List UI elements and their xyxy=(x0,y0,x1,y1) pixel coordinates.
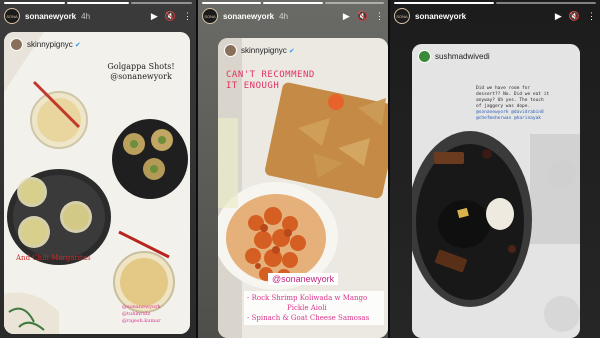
shared-account-name: sushmadwivedi xyxy=(435,52,490,61)
menu-list: - Rock Shrimp Koliwada w Mango Pickle Ai… xyxy=(244,291,384,325)
shared-post-header[interactable]: skinnypignyc ✔ xyxy=(10,38,81,51)
account-username[interactable]: sonanewyork xyxy=(25,12,76,21)
verified-icon: ✔ xyxy=(288,47,295,55)
credits-list: @sonanewyork @tuhinrulz @rajesh.kumar xyxy=(122,304,161,325)
account-avatar[interactable]: SONA xyxy=(394,8,410,24)
credit-line[interactable]: @sonanewyork xyxy=(122,304,161,311)
more-options-icon[interactable]: ⋮ xyxy=(183,11,192,21)
credit-line[interactable]: @tuhinrulz xyxy=(122,311,161,318)
post-time: 4h xyxy=(81,11,91,21)
shared-post-card[interactable]: skinnypignyc ✔ Golgappa Shots! @sonanewy… xyxy=(4,32,190,334)
story-progress-bar xyxy=(202,2,384,4)
account-avatar[interactable]: SONA xyxy=(4,8,20,24)
more-options-icon[interactable]: ⋮ xyxy=(587,11,596,21)
account-username[interactable]: sonanewyork xyxy=(415,12,466,21)
caption-title: Golgappa Shots! xyxy=(107,62,175,71)
verified-icon: ✔ xyxy=(74,41,81,49)
shared-post-card[interactable]: skinnypignyc ✔ CAN'T RECOMMEND IT ENOUGH… xyxy=(218,38,388,338)
story-header: SONA sonanewyork 4h ▶ 🔇 ⋮ xyxy=(4,5,192,27)
headline: CAN'T RECOMMEND IT ENOUGH xyxy=(226,70,315,91)
shared-account-name: skinnypignyc xyxy=(27,40,73,49)
story-panel-3[interactable]: SONA sonanewyork ▶ 🔇 ⋮ sushmadwivedi Did… xyxy=(390,0,600,338)
shared-account-avatar xyxy=(418,50,431,63)
account-username[interactable]: sonanewyork xyxy=(223,12,274,21)
mute-icon[interactable]: 🔇 xyxy=(165,11,176,21)
shared-account-avatar xyxy=(10,38,23,51)
stories-viewer: SONA sonanewyork 4h ▶ 🔇 ⋮ skinnypignyc ✔… xyxy=(0,0,600,338)
caption-footer: And Chili Margaritas xyxy=(16,254,91,262)
caption-handle: @sonanewyork xyxy=(110,72,172,81)
mute-icon[interactable]: 🔇 xyxy=(569,11,580,21)
story-note: Did we have room for dessert?? No. Did w… xyxy=(476,86,580,122)
shared-account-avatar xyxy=(224,44,237,57)
play-icon[interactable]: ▶ xyxy=(343,11,350,21)
story-panel-2[interactable]: SONA sonanewyork 4h ▶ 🔇 ⋮ skinnypignyc ✔… xyxy=(198,0,388,338)
shared-account-name: skinnypignyc xyxy=(241,46,287,55)
shared-post-header[interactable]: sushmadwivedi xyxy=(418,50,490,63)
note-line[interactable]: @chefmeherwan @harinayak xyxy=(476,116,580,122)
menu-item: Pickle Aioli xyxy=(287,304,327,312)
menu-item: - Rock Shrimp Koliwada w Mango xyxy=(247,294,368,302)
more-options-icon[interactable]: ⋮ xyxy=(375,11,384,21)
story-header: SONA sonanewyork 4h ▶ 🔇 ⋮ xyxy=(202,5,384,27)
mute-icon[interactable]: 🔇 xyxy=(357,11,368,21)
shared-post-header[interactable]: skinnypignyc ✔ xyxy=(224,44,295,57)
credit-line[interactable]: @rajesh.kumar xyxy=(122,318,161,325)
story-progress-bar xyxy=(394,2,596,4)
menu-item: - Spinach & Goat Cheese Samosas xyxy=(247,314,370,322)
play-icon[interactable]: ▶ xyxy=(555,11,562,21)
story-panel-1[interactable]: SONA sonanewyork 4h ▶ 🔇 ⋮ skinnypignyc ✔… xyxy=(0,0,196,338)
post-time: 4h xyxy=(279,11,289,21)
mention-tag[interactable]: @sonanewyork xyxy=(268,273,339,285)
account-avatar[interactable]: SONA xyxy=(202,8,218,24)
story-progress-bar xyxy=(4,2,192,4)
shared-post-card[interactable]: sushmadwivedi Did we have room for desse… xyxy=(412,44,580,338)
story-header: SONA sonanewyork ▶ 🔇 ⋮ xyxy=(394,5,596,27)
play-icon[interactable]: ▶ xyxy=(151,11,158,21)
caption-block: Golgappa Shots! @sonanewyork xyxy=(96,62,186,82)
